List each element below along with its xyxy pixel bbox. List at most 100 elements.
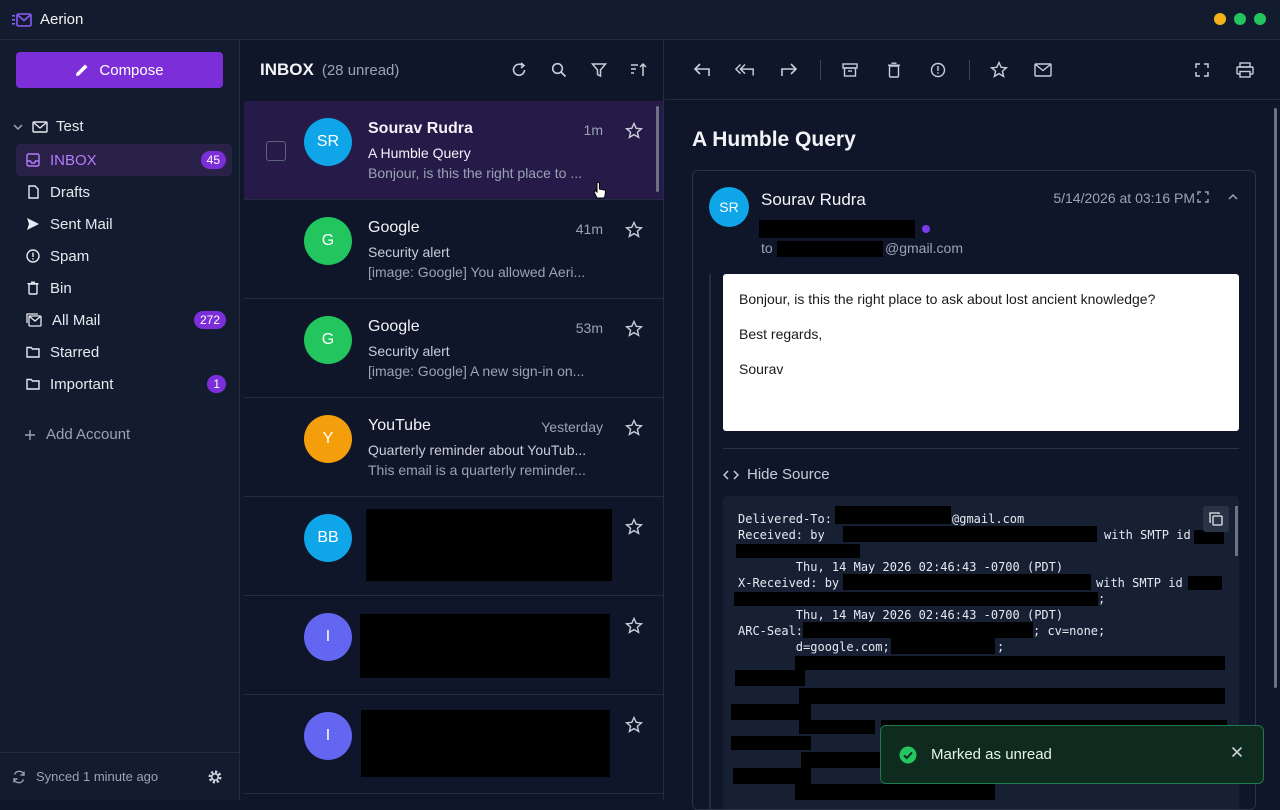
message-row[interactable]: SR Sourav Rudra 1m A Humble Query Bonjou… <box>244 101 663 200</box>
sidebar-item-label: Spam <box>50 247 90 265</box>
source-line: Thu, 14 May 2026 02:46:43 -0700 (PDT) <box>738 560 1064 574</box>
toolbar-divider <box>820 60 821 80</box>
message-snippet: [image: Google] You allowed Aeri... <box>368 264 586 280</box>
inbox-icon <box>26 153 40 167</box>
sidebar-item-inbox[interactable]: INBOX 45 <box>16 144 232 176</box>
select-checkbox[interactable] <box>266 141 286 161</box>
redacted-text <box>734 592 1098 606</box>
sidebar-item-label: Drafts <box>50 183 91 201</box>
redacted-text <box>731 736 811 750</box>
file-icon <box>26 185 40 199</box>
chevron-up-icon[interactable] <box>1227 191 1239 203</box>
print-icon[interactable] <box>1235 60 1255 80</box>
message-row[interactable]: G Google 41m Security alert [image: Goog… <box>244 200 663 299</box>
sender-name: Google <box>368 318 420 335</box>
account-name: Test <box>56 118 84 135</box>
sidebar-item-sent-mail[interactable]: Sent Mail <box>16 208 232 240</box>
star-icon[interactable] <box>989 60 1009 80</box>
message-date: 5/14/2026 at 03:16 PM <box>1053 190 1195 206</box>
hide-source-toggle[interactable]: Hide Source <box>723 466 830 483</box>
reply-icon[interactable] <box>692 60 712 80</box>
maximize-button[interactable] <box>1234 13 1246 25</box>
send-icon <box>26 217 40 231</box>
message-row[interactable]: G Google 53m Security alert [image: Goog… <box>244 299 663 398</box>
compose-button[interactable]: Compose <box>16 52 223 88</box>
copy-icon[interactable] <box>1203 506 1229 532</box>
toolbar-divider <box>969 60 970 80</box>
list-scrollbar[interactable] <box>656 106 659 192</box>
close-window-button[interactable] <box>1254 13 1266 25</box>
sidebar-item-starred[interactable]: Starred <box>16 336 232 368</box>
unread-dot <box>922 225 930 233</box>
refresh-icon[interactable] <box>509 60 529 80</box>
redacted-text <box>799 720 875 734</box>
mouse-cursor-icon <box>592 181 608 199</box>
sidebar-item-drafts[interactable]: Drafts <box>16 176 232 208</box>
avatar: G <box>304 217 352 265</box>
sidebar-item-label: Important <box>50 375 114 393</box>
redacted-text <box>736 544 860 558</box>
star-icon[interactable] <box>625 320 643 338</box>
trash-icon[interactable] <box>884 60 904 80</box>
folder-title: INBOX <box>260 60 314 79</box>
message-body: Bonjour, is this the right place to ask … <box>723 274 1239 431</box>
toast-message: Marked as unread <box>931 746 1052 763</box>
close-icon[interactable] <box>1231 746 1243 758</box>
account-header[interactable]: Test <box>12 118 84 135</box>
message-row[interactable]: BB <box>244 497 663 596</box>
star-icon[interactable] <box>625 221 643 239</box>
sidebar-item-label: INBOX <box>50 151 97 169</box>
sidebar-item-all-mail[interactable]: All Mail 272 <box>16 304 232 336</box>
source-scrollbar[interactable] <box>1235 506 1238 556</box>
message-row[interactable]: Y YouTube Yesterday Quarterly reminder a… <box>244 398 663 497</box>
reply-all-icon[interactable] <box>735 60 755 80</box>
source-line: d=google.com; <box>738 640 890 654</box>
sync-icon[interactable] <box>12 770 26 784</box>
folder-icon <box>26 345 40 359</box>
star-icon[interactable] <box>625 716 643 734</box>
to-label: to <box>761 240 773 256</box>
unread-count-badge: 1 <box>207 375 226 393</box>
star-icon[interactable] <box>625 518 643 536</box>
redacted-text <box>803 622 1033 638</box>
filter-icon[interactable] <box>589 60 609 80</box>
search-icon[interactable] <box>549 60 569 80</box>
forward-icon[interactable] <box>779 60 799 80</box>
star-icon[interactable] <box>625 617 643 635</box>
window-controls <box>1214 13 1266 25</box>
source-line: ; <box>1098 592 1106 606</box>
archive-icon[interactable] <box>840 60 860 80</box>
message-row[interactable]: I <box>244 596 663 695</box>
app-title: Aerion <box>40 11 84 28</box>
avatar: Y <box>304 415 352 463</box>
sort-icon[interactable] <box>629 60 649 80</box>
unread-count-badge: 272 <box>193 311 226 329</box>
gear-icon[interactable] <box>207 769 223 785</box>
star-icon[interactable] <box>625 419 643 437</box>
compose-label: Compose <box>99 61 164 79</box>
message-time: 53m <box>575 320 603 336</box>
chevron-down-icon <box>12 121 24 133</box>
report-spam-icon[interactable] <box>928 60 948 80</box>
redacted-sender-email <box>759 220 915 238</box>
message-subject: Security alert <box>368 343 450 359</box>
redacted-content <box>361 710 610 777</box>
redacted-text <box>799 688 1225 704</box>
source-line: with SMTP id <box>1104 528 1191 542</box>
star-icon[interactable] <box>625 122 643 140</box>
title-bar: Aerion <box>0 0 1280 40</box>
minimize-button[interactable] <box>1214 13 1226 25</box>
expand-icon[interactable] <box>1197 191 1209 203</box>
sidebar-item-important[interactable]: Important 1 <box>16 368 232 400</box>
folder-list: INBOX 45 Drafts Sent Mail Spam Bin All M… <box>16 144 232 400</box>
message-row[interactable]: I <box>244 695 663 794</box>
body-paragraph: Bonjour, is this the right place to ask … <box>739 291 1156 307</box>
avatar: I <box>304 712 352 760</box>
sidebar-item-spam[interactable]: Spam <box>16 240 232 272</box>
reader-scrollbar[interactable] <box>1274 108 1277 688</box>
fullscreen-icon[interactable] <box>1192 60 1212 80</box>
mark-unread-icon[interactable] <box>1033 60 1053 80</box>
sidebar-item-label: Bin <box>50 279 72 297</box>
add-account-button[interactable]: Add Account <box>24 426 130 443</box>
sidebar-item-bin[interactable]: Bin <box>16 272 232 304</box>
